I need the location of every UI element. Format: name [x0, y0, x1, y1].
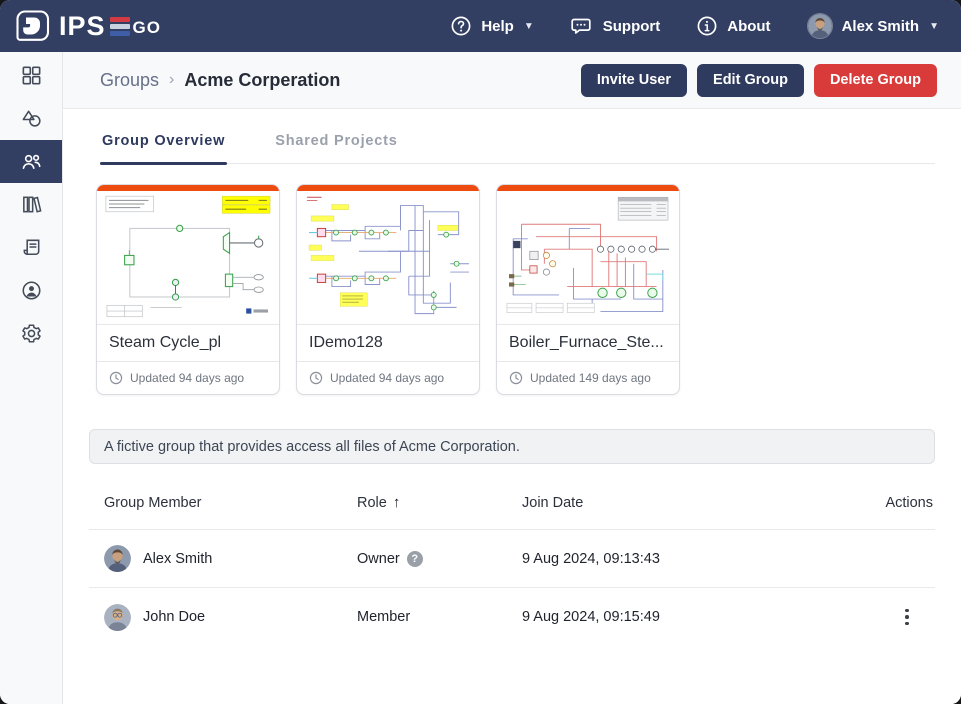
project-title: Boiler_Furnace_Ste... [497, 325, 679, 362]
row-actions-menu-button[interactable] [895, 605, 919, 629]
topbar: IPS GO Help ▼ Support [0, 0, 961, 52]
member-row-alex-smith: Alex Smith Owner ? 9 Aug 2024, 09:13:43 [89, 530, 935, 588]
tab-shared-projects[interactable]: Shared Projects [273, 127, 399, 163]
dashboard-grid-icon [20, 64, 43, 87]
clock-icon [509, 371, 523, 385]
member-role: Member [357, 609, 410, 625]
column-header-join-date[interactable]: Join Date [522, 495, 873, 511]
sidebar-item-library[interactable] [0, 183, 62, 226]
support-chat-icon [570, 15, 594, 37]
user-caret-icon: ▼ [929, 21, 939, 32]
help-icon [450, 15, 472, 37]
clock-icon [109, 371, 123, 385]
brand-logo[interactable]: IPS GO [14, 8, 161, 44]
project-thumbnail [97, 191, 279, 325]
column-label: Join Date [522, 495, 583, 511]
member-join-date: 9 Aug 2024, 09:13:43 [522, 551, 873, 567]
tab-group-overview[interactable]: Group Overview [100, 127, 227, 163]
project-updated-text: Updated 94 days ago [130, 371, 244, 385]
brand-text-suffix: GO [133, 18, 161, 38]
column-label: Role [357, 495, 387, 511]
sidebar-item-account[interactable] [0, 269, 62, 312]
column-label: Actions [885, 495, 933, 511]
sidebar-item-reports[interactable] [0, 226, 62, 269]
about-info-icon [696, 15, 718, 37]
app-window: IPS GO Help ▼ Support [0, 0, 961, 704]
sort-ascending-icon: ↑ [393, 494, 401, 511]
shapes-icon [20, 107, 43, 130]
report-document-icon [20, 236, 43, 259]
project-cards: Steam Cycle_pl Updated 94 days ago [96, 184, 935, 395]
user-name: Alex Smith [842, 18, 920, 35]
members-table: Group Member Role ↑ Join Date Actions [89, 476, 935, 646]
column-header-group-member[interactable]: Group Member [104, 495, 357, 511]
project-card-steam-cycle[interactable]: Steam Cycle_pl Updated 94 days ago [96, 184, 280, 395]
account-person-icon [20, 279, 43, 302]
role-help-icon[interactable]: ? [407, 551, 423, 567]
page-header: Groups › Acme Corperation Invite User Ed… [63, 52, 961, 109]
group-description: A fictive group that provides access all… [89, 429, 935, 464]
project-updated-text: Updated 149 days ago [530, 371, 651, 385]
breadcrumb-groups-link[interactable]: Groups [100, 70, 159, 91]
member-role: Owner [357, 551, 400, 567]
project-thumbnail [497, 191, 679, 325]
group-actions: Invite User Edit Group Delete Group [581, 64, 937, 97]
breadcrumb-current-group: Acme Corperation [184, 70, 340, 91]
library-books-icon [20, 193, 43, 216]
about-label: About [727, 18, 770, 35]
main-content: Groups › Acme Corperation Invite User Ed… [63, 52, 961, 704]
edit-group-button[interactable]: Edit Group [697, 64, 804, 97]
project-card-idemo128[interactable]: IDemo128 Updated 94 days ago [296, 184, 480, 395]
help-caret-icon: ▼ [524, 21, 534, 32]
kebab-dot [905, 622, 909, 626]
sidebar-item-dashboard[interactable] [0, 54, 62, 97]
column-label: Group Member [104, 495, 202, 511]
project-card-boiler-furnace[interactable]: Boiler_Furnace_Ste... Updated 149 days a… [496, 184, 680, 395]
members-table-header: Group Member Role ↑ Join Date Actions [89, 476, 935, 530]
kebab-dot [905, 609, 909, 613]
support-link[interactable]: Support [570, 15, 661, 37]
project-updated: Updated 94 days ago [97, 362, 279, 394]
brand-logo-icon [14, 8, 50, 44]
member-avatar [104, 604, 131, 631]
tabs-bar: Group Overview Shared Projects [100, 127, 935, 164]
user-menu[interactable]: Alex Smith ▼ [807, 13, 939, 39]
member-join-date: 9 Aug 2024, 09:15:49 [522, 609, 873, 625]
project-updated: Updated 94 days ago [297, 362, 479, 394]
sidebar [0, 52, 63, 704]
sidebar-item-groups[interactable] [0, 140, 62, 183]
brand-wordmark: IPS GO [59, 11, 161, 42]
groups-users-icon [20, 150, 43, 173]
sidebar-item-shapes[interactable] [0, 97, 62, 140]
project-title: Steam Cycle_pl [97, 325, 279, 362]
brand-e-bars-icon [110, 17, 130, 36]
clock-icon [309, 371, 323, 385]
kebab-dot [905, 615, 909, 619]
member-name: John Doe [143, 609, 205, 625]
sidebar-item-settings[interactable] [0, 312, 62, 355]
invite-user-button[interactable]: Invite User [581, 64, 687, 97]
brand-text-main: IPS [59, 11, 106, 42]
member-row-john-doe: John Doe Member 9 Aug 2024, 09:15:49 [89, 588, 935, 646]
member-avatar [104, 545, 131, 572]
member-name: Alex Smith [143, 551, 212, 567]
user-avatar [807, 13, 833, 39]
support-label: Support [603, 18, 661, 35]
breadcrumb-separator: › [169, 71, 174, 89]
project-thumbnail [297, 191, 479, 325]
about-link[interactable]: About [696, 15, 770, 37]
help-menu[interactable]: Help ▼ [450, 15, 533, 37]
topbar-nav: Help ▼ Support About [450, 13, 939, 39]
column-header-actions: Actions [873, 495, 933, 511]
column-header-role[interactable]: Role ↑ [357, 494, 522, 511]
breadcrumb: Groups › Acme Corperation [100, 70, 340, 91]
delete-group-button[interactable]: Delete Group [814, 64, 937, 97]
project-updated-text: Updated 94 days ago [330, 371, 444, 385]
help-label: Help [481, 18, 514, 35]
project-updated: Updated 149 days ago [497, 362, 679, 394]
project-title: IDemo128 [297, 325, 479, 362]
settings-gear-icon [20, 322, 43, 345]
